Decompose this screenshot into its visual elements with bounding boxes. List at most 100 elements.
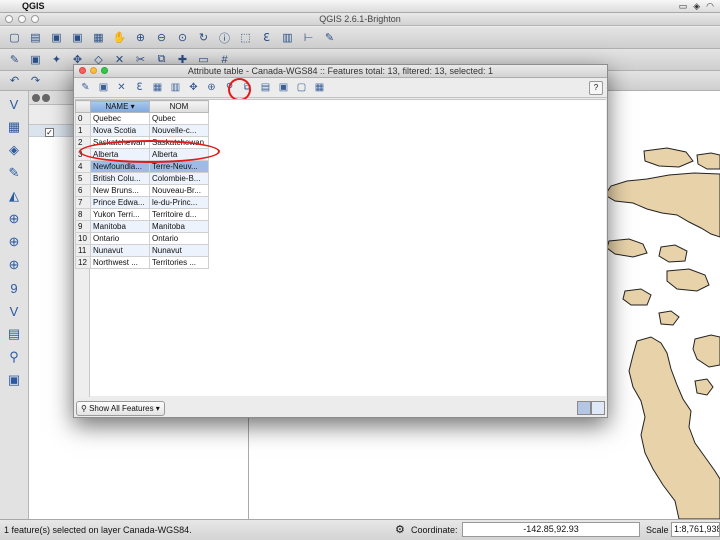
- print-composer-icon[interactable]: ▦: [90, 29, 107, 46]
- cell-name[interactable]: Nova Scotia: [90, 124, 150, 137]
- identify-icon[interactable]: ⓘ: [216, 29, 233, 46]
- delete-column-icon[interactable]: ▢: [294, 80, 309, 95]
- cell-name[interactable]: Yukon Terri...: [90, 208, 150, 221]
- add-spatialite-layer-icon[interactable]: ✎: [3, 163, 25, 183]
- add-vector-layer-icon[interactable]: V: [3, 94, 25, 114]
- open-icon[interactable]: ▤: [27, 29, 44, 46]
- row-index[interactable]: 12: [75, 256, 91, 269]
- save-as-icon[interactable]: ▣: [69, 29, 86, 46]
- move-selection-top-icon[interactable]: ✥: [186, 80, 201, 95]
- refresh-icon[interactable]: ↻: [195, 29, 212, 46]
- select-icon[interactable]: ⬚: [237, 29, 254, 46]
- cell-nom[interactable]: Territories ...: [149, 256, 209, 269]
- save-edits-icon[interactable]: ▣: [96, 80, 111, 95]
- cell-name[interactable]: Quebec: [90, 112, 150, 125]
- gps-tools-icon[interactable]: ⚲: [3, 347, 25, 367]
- annotation-icon[interactable]: ✎: [321, 29, 338, 46]
- delete-selected-icon[interactable]: ✕: [114, 80, 129, 95]
- new-spatialite-icon[interactable]: ▤: [3, 324, 25, 344]
- coordinate-field[interactable]: -142.85,92.93: [462, 522, 640, 537]
- cell-nom[interactable]: le-du-Princ...: [149, 196, 209, 209]
- undo-icon[interactable]: ↶: [6, 72, 23, 89]
- row-index[interactable]: 5: [75, 172, 91, 185]
- table-row[interactable]: 0 Quebec Qubec: [75, 112, 209, 125]
- row-index[interactable]: 1: [75, 124, 91, 137]
- corner-header[interactable]: [75, 100, 91, 113]
- cell-nom[interactable]: Nouvelle-c...: [149, 124, 209, 137]
- table-row[interactable]: 10 Ontario Ontario: [75, 232, 209, 245]
- add-delimited-text-icon[interactable]: 9: [3, 278, 25, 298]
- row-index[interactable]: 10: [75, 232, 91, 245]
- redo-icon[interactable]: ↷: [27, 72, 44, 89]
- table-row[interactable]: 8 Yukon Terri... Territoire d...: [75, 208, 209, 221]
- table-row[interactable]: 11 Nunavut Nunavut: [75, 244, 209, 257]
- zoom-in-icon[interactable]: ⊕: [132, 29, 149, 46]
- field-calculator-icon[interactable]: ℇ: [258, 29, 275, 46]
- panel-close-button[interactable]: [32, 94, 40, 102]
- add-wcs-layer-icon[interactable]: ⊕: [3, 232, 25, 252]
- add-raster-layer-icon[interactable]: ▦: [3, 117, 25, 137]
- panel-float-button[interactable]: [42, 94, 50, 102]
- cell-nom[interactable]: Nouveau-Br...: [149, 184, 209, 197]
- cell-nom[interactable]: Qubec: [149, 112, 209, 125]
- cell-nom[interactable]: Territoire d...: [149, 208, 209, 221]
- attribute-grid[interactable]: NAME ▾ NOM 0 Quebec Qubec 1 Nova Scotia Nouve…: [75, 99, 606, 397]
- wifi-icon[interactable]: ◠: [706, 1, 714, 12]
- add-postgis-layer-icon[interactable]: ◈: [3, 140, 25, 160]
- table-row[interactable]: 1 Nova Scotia Nouvelle-c...: [75, 124, 209, 137]
- select-all-icon[interactable]: ▦: [150, 80, 165, 95]
- paste-icon[interactable]: ▤: [258, 80, 273, 95]
- edit-pencil-icon[interactable]: ✎: [6, 51, 23, 68]
- zoom-out-icon[interactable]: ⊖: [153, 29, 170, 46]
- toggle-editing-icon[interactable]: ✎: [78, 80, 93, 95]
- cell-nom[interactable]: Nunavut: [149, 244, 209, 257]
- pan-to-selected-icon[interactable]: ⊕: [204, 80, 219, 95]
- cell-name[interactable]: Ontario: [90, 232, 150, 245]
- column-header-nom[interactable]: NOM: [149, 100, 209, 113]
- new-project-icon[interactable]: ▢: [6, 29, 23, 46]
- table-row[interactable]: 7 Prince Edwa... le-du-Princ...: [75, 196, 209, 209]
- row-index[interactable]: 0: [75, 112, 91, 125]
- row-index[interactable]: 6: [75, 184, 91, 197]
- add-feature-icon[interactable]: ✦: [48, 51, 65, 68]
- table-view-button[interactable]: [577, 401, 591, 415]
- coordinate-toggle-icon[interactable]: ⚙: [395, 523, 405, 536]
- expression-select-icon[interactable]: ℇ: [132, 80, 147, 95]
- table-row[interactable]: 12 Northwest ... Territories ...: [75, 256, 209, 269]
- show-all-features-button[interactable]: ⚲ Show All Features ▾: [76, 401, 165, 416]
- cell-nom[interactable]: Ontario: [149, 232, 209, 245]
- table-row[interactable]: 5 British Colu... Colombie-B...: [75, 172, 209, 185]
- save-icon[interactable]: ▣: [48, 29, 65, 46]
- row-index[interactable]: 9: [75, 220, 91, 233]
- help-button[interactable]: ?: [589, 81, 603, 95]
- invert-selection-icon[interactable]: ▥: [168, 80, 183, 95]
- add-wfs-layer-icon[interactable]: ⊕: [3, 255, 25, 275]
- row-index[interactable]: 11: [75, 244, 91, 257]
- row-index[interactable]: 7: [75, 196, 91, 209]
- table-row[interactable]: 6 New Bruns... Nouveau-Br...: [75, 184, 209, 197]
- form-view-button[interactable]: [591, 401, 605, 415]
- add-wms-layer-icon[interactable]: ⊕: [3, 209, 25, 229]
- add-mssql-layer-icon[interactable]: ◭: [3, 186, 25, 206]
- cell-name[interactable]: Northwest ...: [90, 256, 150, 269]
- attribute-table-icon[interactable]: ▥: [279, 29, 296, 46]
- field-calculator-icon[interactable]: ▦: [312, 80, 327, 95]
- cell-name[interactable]: Prince Edwa...: [90, 196, 150, 209]
- battery-icon[interactable]: ▭: [679, 1, 688, 12]
- cell-nom[interactable]: Manitoba: [149, 220, 209, 233]
- cell-name[interactable]: British Colu...: [90, 172, 150, 185]
- pan-icon[interactable]: ✋: [111, 29, 128, 46]
- cell-name[interactable]: Manitoba: [90, 220, 150, 233]
- row-index[interactable]: 8: [75, 208, 91, 221]
- dropbox-icon[interactable]: ◈: [693, 1, 700, 12]
- cell-name[interactable]: Nunavut: [90, 244, 150, 257]
- app-menu[interactable]: QGIS: [22, 1, 45, 11]
- column-header-name[interactable]: NAME ▾: [90, 100, 150, 113]
- table-row[interactable]: 9 Manitoba Manitoba: [75, 220, 209, 233]
- row-index[interactable]: 4: [75, 160, 91, 173]
- cell-name[interactable]: New Bruns...: [90, 184, 150, 197]
- new-shapefile-icon[interactable]: V: [3, 301, 25, 321]
- save-layer-edits-icon[interactable]: ▣: [27, 51, 44, 68]
- zoom-full-icon[interactable]: ⊙: [174, 29, 191, 46]
- map-tips-icon[interactable]: ▣: [3, 370, 25, 390]
